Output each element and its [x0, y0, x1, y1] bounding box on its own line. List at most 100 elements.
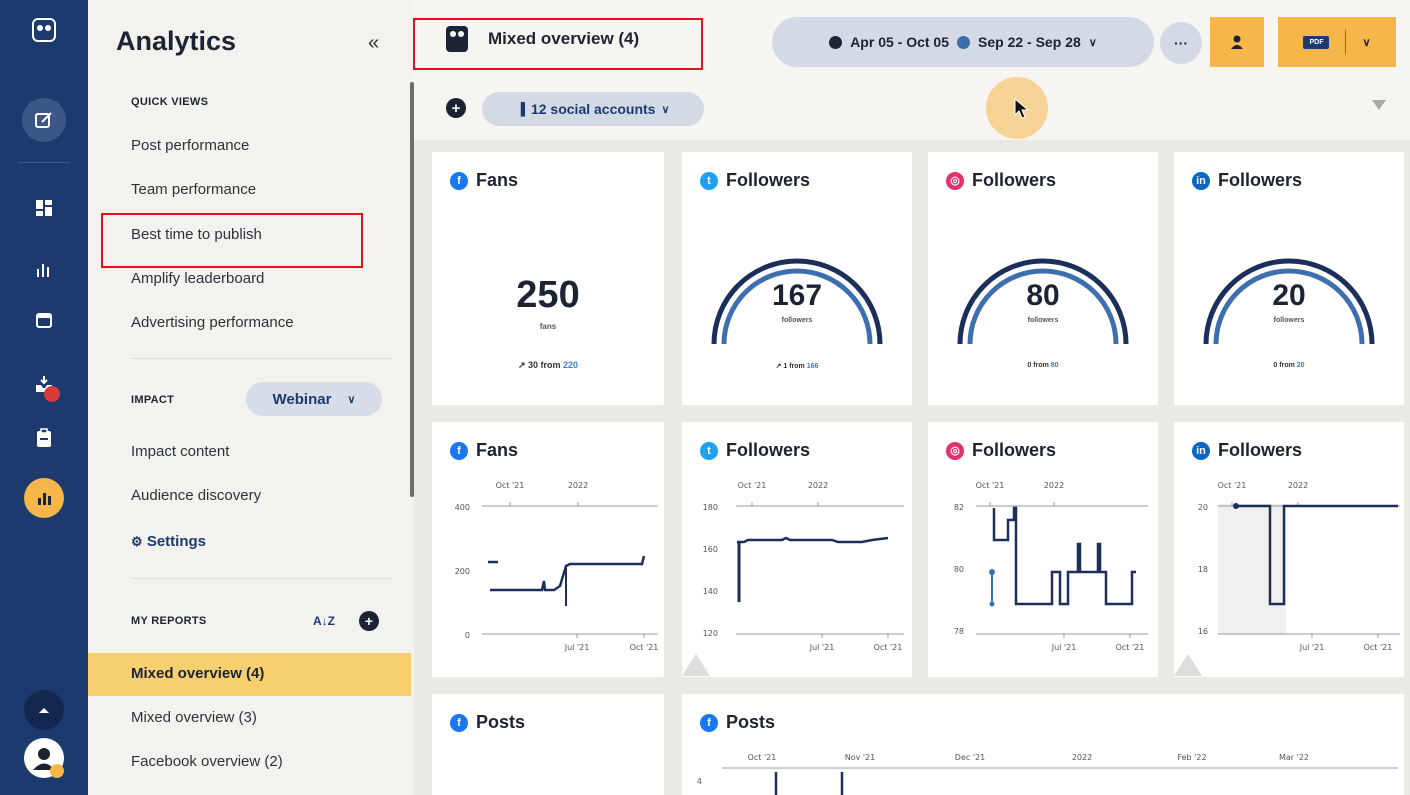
left-rail	[0, 0, 88, 795]
inbox-icon[interactable]	[24, 364, 64, 404]
card-title: f Fans	[450, 170, 518, 191]
impact-label: IMPACT	[131, 394, 175, 406]
streams-icon[interactable]	[24, 250, 64, 290]
hootsuite-logo-icon[interactable]	[24, 10, 64, 50]
card-title-text: Fans	[476, 440, 519, 460]
top-tick: 2022	[808, 481, 828, 490]
posts-timeline-card-facebook: f Posts Oct '21 Nov '21 Dec '21 2022 Feb…	[682, 694, 1404, 795]
mouse-cursor-icon	[1014, 98, 1030, 119]
linkedin-icon: in	[1192, 441, 1210, 460]
highlight-box-title	[413, 18, 703, 70]
top-tick: Oct '21	[738, 481, 767, 490]
top-tick: Oct '21	[496, 481, 525, 490]
gear-icon: ⚙	[131, 534, 143, 549]
card-title-text: Followers	[1218, 170, 1303, 190]
summary-card-twitter-followers: t Followers 167 followers ↗ 1 from 166	[682, 152, 912, 405]
card-title: f Posts	[700, 712, 775, 733]
add-filter-button[interactable]: +	[446, 98, 466, 118]
top-tick: Mar '22	[1279, 753, 1309, 762]
report-mixed-overview-4[interactable]: Mixed overview (4)	[131, 665, 264, 682]
posts-card-facebook: f Posts	[432, 694, 664, 795]
y-tick: 0	[465, 631, 470, 640]
date-range-picker[interactable]: Apr 05 - Oct 05 Sep 22 - Sep 28 ∨	[772, 17, 1154, 67]
card-title: f Fans	[450, 440, 518, 461]
chevron-down-icon: ∨	[661, 103, 670, 116]
chevron-up-icon[interactable]	[24, 690, 64, 730]
y-tick: 18	[1198, 565, 1208, 574]
social-accounts-selector[interactable]: ▐ 12 social accounts ∨	[482, 92, 704, 126]
bottom-tick: Oct '21	[1116, 643, 1145, 652]
card-title-text: Followers	[726, 440, 811, 460]
quick-view-advertising-performance[interactable]: Advertising performance	[131, 314, 294, 331]
top-tick: 2022	[568, 481, 588, 490]
bottom-tick: Oct '21	[874, 643, 903, 652]
y-tick: 400	[455, 503, 470, 512]
card-title: in Followers	[1192, 170, 1302, 191]
top-tick: Oct '21	[1218, 481, 1247, 490]
report-mixed-overview-3[interactable]: Mixed overview (3)	[131, 709, 257, 726]
impact-select[interactable]: Webinar ∨	[246, 382, 382, 416]
twitter-icon: t	[700, 171, 718, 190]
y-tick: 80	[954, 565, 964, 574]
card-title: t Followers	[700, 440, 810, 461]
card-title-text: Followers	[972, 440, 1057, 460]
card-title: t Followers	[700, 170, 810, 191]
compose-icon[interactable]	[22, 98, 66, 142]
sort-az-button[interactable]: A↓Z	[310, 607, 338, 635]
quick-view-team-performance[interactable]: Team performance	[131, 181, 256, 198]
facebook-icon: f	[450, 713, 468, 732]
date-range-current: Apr 05 - Oct 05	[850, 34, 950, 50]
card-title-text: Posts	[476, 712, 526, 732]
top-tick: Feb '22	[1177, 753, 1206, 762]
pdf-icon: PDF	[1303, 35, 1330, 49]
card-title: ◎ Followers	[946, 170, 1056, 191]
facebook-icon: f	[450, 441, 468, 460]
y-tick: 140	[703, 587, 718, 596]
trend-card-twitter-followers: t Followers Oct '21 2022 180 160 140 120…	[682, 422, 912, 677]
report-header: Mixed overview (4) Apr 05 - Oct 05 Sep 2…	[413, 0, 1410, 80]
metric-delta: ↗ 1 from 166	[775, 363, 819, 370]
calendar-icon[interactable]	[24, 300, 64, 340]
y-tick: 180	[703, 503, 718, 512]
instagram-icon: ◎	[946, 171, 964, 190]
compare-period-dot-icon	[957, 35, 971, 49]
analytics-icon[interactable]	[24, 478, 64, 518]
card-title-text: Posts	[726, 712, 776, 732]
date-range-compare: Sep 22 - Sep 28	[978, 34, 1081, 50]
report-facebook-overview-2[interactable]: Facebook overview (2)	[131, 753, 283, 770]
bottom-tick: Jul '21	[1051, 643, 1077, 652]
audience-discovery-link[interactable]: Audience discovery	[131, 487, 261, 504]
trend-card-facebook-fans: f Fans Oct '21 2022 400 200 0 Jul '21 Oc…	[432, 422, 664, 677]
card-title-text: Followers	[1218, 440, 1303, 460]
clipboard-icon[interactable]	[24, 418, 64, 458]
linkedin-icon: in	[1192, 171, 1210, 190]
chevron-down-icon: ∨	[1362, 36, 1371, 49]
posts-timeline-chart: Oct '21 Nov '21 Dec '21 2022 Feb '22 Mar…	[697, 753, 1398, 795]
quick-view-amplify-leaderboard[interactable]: Amplify leaderboard	[131, 270, 264, 287]
filter-icon[interactable]	[1372, 100, 1386, 110]
summary-card-facebook-fans: f Fans 250 fans ↗ 30 from 220	[432, 152, 664, 405]
bottom-tick: Oct '21	[630, 643, 659, 652]
add-report-button[interactable]: +	[359, 611, 379, 631]
dashboard-icon[interactable]	[24, 188, 64, 228]
summary-card-instagram-followers: ◎ Followers 80 followers 0 from 80	[928, 152, 1158, 405]
collapse-sidebar-button[interactable]: «	[368, 32, 379, 55]
user-icon	[1231, 35, 1243, 49]
quick-view-post-performance[interactable]: Post performance	[131, 137, 249, 154]
more-options-button[interactable]: ···	[1160, 22, 1202, 64]
settings-link[interactable]: ⚙ Settings	[131, 533, 206, 550]
metric-delta: 0 from 20	[1273, 362, 1305, 369]
summary-card-linkedin-followers: in Followers 20 followers 0 from 20	[1174, 152, 1404, 405]
avatar[interactable]	[24, 738, 64, 778]
share-user-button[interactable]	[1210, 17, 1264, 67]
filter-bar: + ▐ 12 social accounts ∨	[414, 80, 1410, 140]
sidebar-title: Analytics	[116, 26, 237, 56]
metric-unit: followers	[781, 317, 813, 324]
impact-content-link[interactable]: Impact content	[131, 443, 229, 460]
bottom-tick: Jul '21	[1299, 643, 1325, 652]
metric-delta: 0 from 80	[1027, 362, 1059, 369]
top-tick: Nov '21	[845, 753, 876, 762]
y-tick: 120	[703, 629, 718, 638]
metric-value: 250	[516, 274, 580, 316]
export-pdf-button[interactable]: PDF ∨	[1278, 17, 1396, 67]
